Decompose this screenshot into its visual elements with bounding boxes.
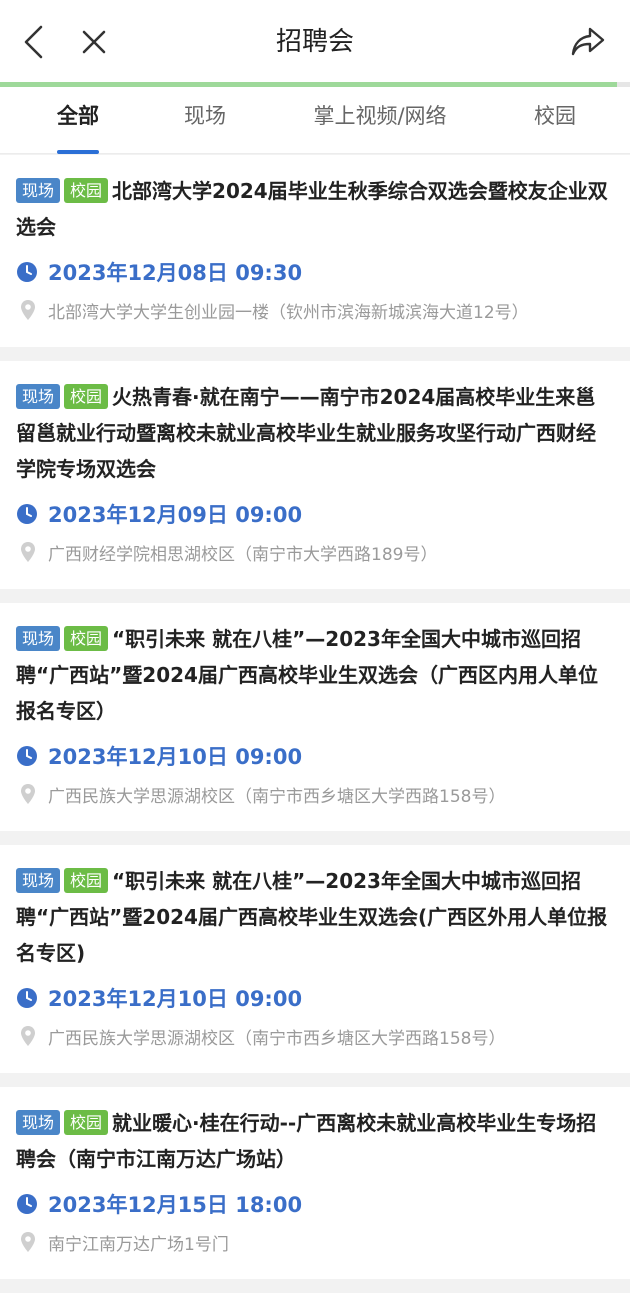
job-fair-title-row: 现场 校园 北部湾大学2024届毕业生秋季综合双选会暨校友企业双选会 [16,173,614,245]
location-pin-icon [21,300,35,320]
job-fair-title-row: 现场 校园 “职引未来 就在八桂”—2023年全国大中城市巡回招聘“广西站”暨202… [16,863,614,971]
tag-campus: 校园 [64,868,109,893]
tag-campus: 校园 [64,1110,109,1135]
job-fair-time: 2023年12月10日 09:00 [48,987,303,1011]
job-fair-location: 广西民族大学思源湖校区（南宁市西乡塘区大学西路158号） [48,1028,506,1049]
tab-campus[interactable]: 校园 [505,87,605,154]
job-fair-time-row: 2023年12月08日 09:30 [16,257,614,287]
tab-video-online[interactable]: 掌上视频/网络 [290,87,470,154]
close-button[interactable] [72,20,116,64]
job-fair-time-row: 2023年12月15日 18:00 [16,1189,614,1219]
tab-onsite[interactable]: 现场 [155,87,255,154]
tag-onsite: 现场 [16,1110,61,1135]
job-fair-time: 2023年12月08日 09:30 [48,261,303,285]
job-fair-time: 2023年12月09日 09:00 [48,503,303,527]
job-fair-title-row: 现场 校园 “职引未来 就在八桂”—2023年全国大中城市巡回招聘“广西站”暨202… [16,621,614,729]
job-fair-location: 广西财经学院相思湖校区（南宁市大学西路189号） [48,544,438,565]
tag-onsite: 现场 [16,626,61,651]
job-fair-list: 现场 校园 北部湾大学2024届毕业生秋季综合双选会暨校友企业双选会 2023年12… [0,155,630,1293]
clock-icon [17,1194,37,1214]
tab-all[interactable]: 全部 [28,87,128,154]
clock-icon [17,504,37,524]
job-fair-location: 北部湾大学大学生创业园一楼（钦州市滨海新城滨海大道12号） [48,302,529,323]
job-fair-card[interactable]: 现场 校园 火热青春·就在南宁——南宁市2024届高校毕业生来邕留邕就业行动暨离校未… [0,361,630,589]
location-pin-icon [21,542,35,562]
tab-label: 校园 [534,104,576,128]
share-button[interactable] [566,20,610,64]
job-fair-location-row: 广西民族大学思源湖校区（南宁市西乡塘区大学西路158号） [16,1021,614,1051]
job-fair-title-row: 现场 校园 火热青春·就在南宁——南宁市2024届高校毕业生来邕留邕就业行动暨离校未… [16,379,614,487]
location-pin-icon [21,1026,35,1046]
job-fair-card[interactable]: 现场 校园 “职引未来 就在八桂”—2023年全国大中城市巡回招聘“广西站”暨202… [0,603,630,831]
job-fair-time: 2023年12月15日 18:00 [48,1193,303,1217]
back-button[interactable] [12,20,56,64]
top-bar: 招聘会 [0,0,630,84]
location-pin-icon [21,784,35,804]
tab-label: 现场 [184,104,226,128]
tab-label: 掌上视频/网络 [313,104,447,128]
tag-onsite: 现场 [16,868,61,893]
job-fair-title-row: 现场 校园 就业暖心·桂在行动--广西离校未就业高校毕业生专场招聘会（南宁市江南万达… [16,1105,614,1177]
tag-onsite: 现场 [16,384,61,409]
tag-campus: 校园 [64,384,109,409]
tab-label: 全部 [57,104,99,128]
job-fair-card[interactable]: 现场 校园 “职引未来 就在八桂”—2023年全国大中城市巡回招聘“广西站”暨202… [0,845,630,1073]
tag-onsite: 现场 [16,178,61,203]
tag-campus: 校园 [64,626,109,651]
job-fair-location-row: 北部湾大学大学生创业园一楼（钦州市滨海新城滨海大道12号） [16,295,614,325]
tab-active-indicator [57,150,99,154]
tag-campus: 校园 [64,178,109,203]
category-tabs: 全部 现场 掌上视频/网络 校园 [0,87,630,154]
job-fair-location: 广西民族大学思源湖校区（南宁市西乡塘区大学西路158号） [48,786,506,807]
job-fair-time: 2023年12月10日 09:00 [48,745,303,769]
job-fair-time-row: 2023年12月10日 09:00 [16,983,614,1013]
job-fair-card[interactable]: 现场 校园 北部湾大学2024届毕业生秋季综合双选会暨校友企业双选会 2023年12… [0,155,630,347]
job-fair-time-row: 2023年12月10日 09:00 [16,741,614,771]
close-icon [82,30,106,54]
job-fair-location-row: 广西民族大学思源湖校区（南宁市西乡塘区大学西路158号） [16,779,614,809]
job-fair-location-row: 广西财经学院相思湖校区（南宁市大学西路189号） [16,537,614,567]
job-fair-time-row: 2023年12月09日 09:00 [16,499,614,529]
clock-icon [17,746,37,766]
location-pin-icon [21,1232,35,1252]
chevron-left-icon [24,25,43,59]
clock-icon [17,988,37,1008]
share-icon [571,27,605,56]
job-fair-location: 南宁江南万达广场1号门 [48,1234,229,1255]
job-fair-location-row: 南宁江南万达广场1号门 [16,1227,614,1257]
job-fair-card[interactable]: 现场 校园 就业暖心·桂在行动--广西离校未就业高校毕业生专场招聘会（南宁市江南万达… [0,1087,630,1279]
clock-icon [17,262,37,282]
